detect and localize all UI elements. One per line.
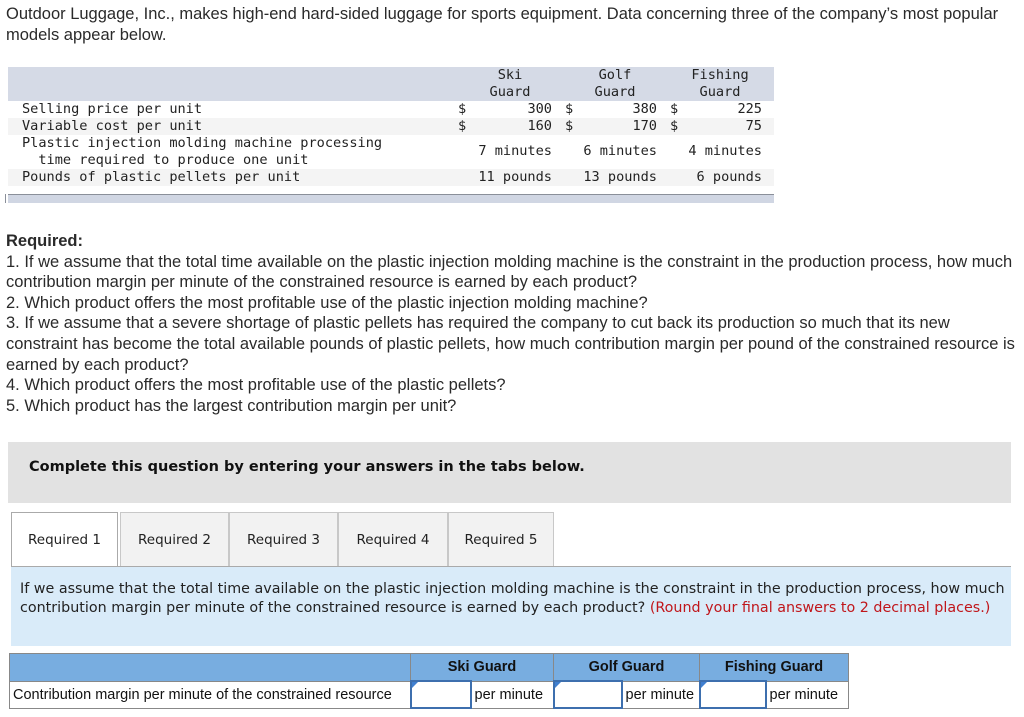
value-ski: 11 pounds — [478, 169, 552, 185]
answer-table-header: Ski Guard Golf Guard Fishing Guard — [9, 653, 849, 682]
col-header-golf-guard: Golf Guard — [575, 67, 655, 101]
required-item-1: 1. If we assume that the total time avai… — [6, 252, 1013, 292]
instruction-text: Complete this question by entering your … — [29, 459, 585, 475]
golf-guard-input-cell[interactable] — [552, 680, 623, 709]
currency-symbol: $ — [458, 101, 467, 117]
tab-required-1[interactable]: Required 1 — [11, 512, 118, 568]
tab-required-4[interactable]: Required 4 — [338, 512, 448, 566]
col-header-line2: Guard — [489, 84, 531, 100]
answer-header-blank — [9, 653, 411, 682]
value-fishing: 6 pounds — [696, 169, 762, 185]
answer-row-label: Contribution margin per minute of the co… — [9, 680, 411, 709]
answer-header-fishing-guard: Fishing Guard — [699, 653, 849, 682]
required-item-2: 2. Which product offers the most profita… — [6, 293, 648, 312]
fishing-guard-input-cell[interactable] — [698, 680, 767, 709]
data-row-selling-price: Selling price per unit $ 300 $ 380 $ 225 — [8, 101, 774, 118]
data-row-pellets: Pounds of plastic pellets per unit 11 po… — [8, 169, 774, 186]
question-panel: If we assume that the total time availab… — [11, 566, 1011, 646]
problem-intro: Outdoor Luggage, Inc., makes high-end ha… — [6, 5, 999, 44]
row-label: Selling price per unit — [22, 101, 203, 117]
row-label: Pounds of plastic pellets per unit — [22, 169, 301, 185]
col-header-ski-guard: Ski Guard — [470, 67, 550, 101]
value-fishing: 225 — [737, 101, 762, 117]
question-text: If we assume that the total time availab… — [20, 580, 1010, 617]
data-row-variable-cost: Variable cost per unit $ 160 $ 170 $ 75 — [8, 118, 774, 135]
tab-required-5[interactable]: Required 5 — [448, 512, 554, 566]
ski-guard-input-cell[interactable] — [409, 680, 472, 709]
col-header-line2: Guard — [699, 84, 741, 100]
tab-required-2[interactable]: Required 2 — [120, 512, 229, 566]
unit-label: per minute — [470, 680, 554, 709]
product-data-table: Ski Guard Golf Guard Fishing Guard Selli… — [5, 67, 774, 203]
value-fishing: 4 minutes — [688, 143, 762, 159]
row-label: Plastic injection molding machine proces… — [22, 135, 383, 168]
required-heading: Required: — [6, 232, 84, 250]
value-golf: 6 minutes — [583, 143, 657, 159]
row-label: Variable cost per unit — [22, 118, 203, 134]
currency-symbol: $ — [458, 118, 467, 134]
currency-symbol: $ — [565, 118, 574, 134]
currency-symbol: $ — [670, 118, 679, 134]
answer-header-golf-guard: Golf Guard — [553, 653, 700, 682]
data-table-footer — [5, 194, 774, 203]
instruction-banner: Complete this question by entering your … — [8, 442, 1011, 503]
unit-label: per minute — [621, 680, 700, 709]
golf-guard-cm-per-minute-input[interactable] — [554, 682, 621, 707]
currency-symbol: $ — [670, 101, 679, 117]
value-golf: 170 — [632, 118, 657, 134]
col-header-line1: Ski — [497, 67, 523, 83]
col-header-line2: Guard — [594, 84, 636, 100]
unit-label: per minute — [765, 680, 849, 709]
value-ski: 7 minutes — [478, 143, 552, 159]
required-section: Required: 1. If we assume that the total… — [6, 231, 1016, 416]
value-golf: 380 — [632, 101, 657, 117]
ski-guard-cm-per-minute-input[interactable] — [411, 682, 470, 707]
value-golf: 13 pounds — [583, 169, 657, 185]
value-fishing: 75 — [745, 118, 762, 134]
rounding-note: (Round your final answers to 2 decimal p… — [649, 599, 991, 616]
required-item-5: 5. Which product has the largest contrib… — [6, 396, 457, 415]
answer-header-ski-guard: Ski Guard — [410, 653, 554, 682]
data-row-machine-time: Plastic injection molding machine proces… — [8, 135, 774, 169]
col-header-fishing-guard: Fishing Guard — [680, 67, 760, 101]
col-header-line1: Golf — [598, 67, 632, 83]
answer-row: Contribution margin per minute of the co… — [9, 680, 849, 709]
value-ski: 160 — [527, 118, 552, 134]
answer-table: Ski Guard Golf Guard Fishing Guard Contr… — [9, 653, 849, 709]
required-item-4: 4. Which product offers the most profita… — [6, 376, 506, 395]
tab-required-3[interactable]: Required 3 — [229, 512, 338, 566]
required-item-3: 3. If we assume that a severe shortage o… — [6, 314, 1015, 374]
currency-symbol: $ — [565, 101, 574, 117]
value-ski: 300 — [527, 101, 552, 117]
data-table-header: Ski Guard Golf Guard Fishing Guard — [8, 67, 774, 101]
fishing-guard-cm-per-minute-input[interactable] — [700, 682, 765, 707]
col-header-line1: Fishing — [691, 67, 749, 83]
